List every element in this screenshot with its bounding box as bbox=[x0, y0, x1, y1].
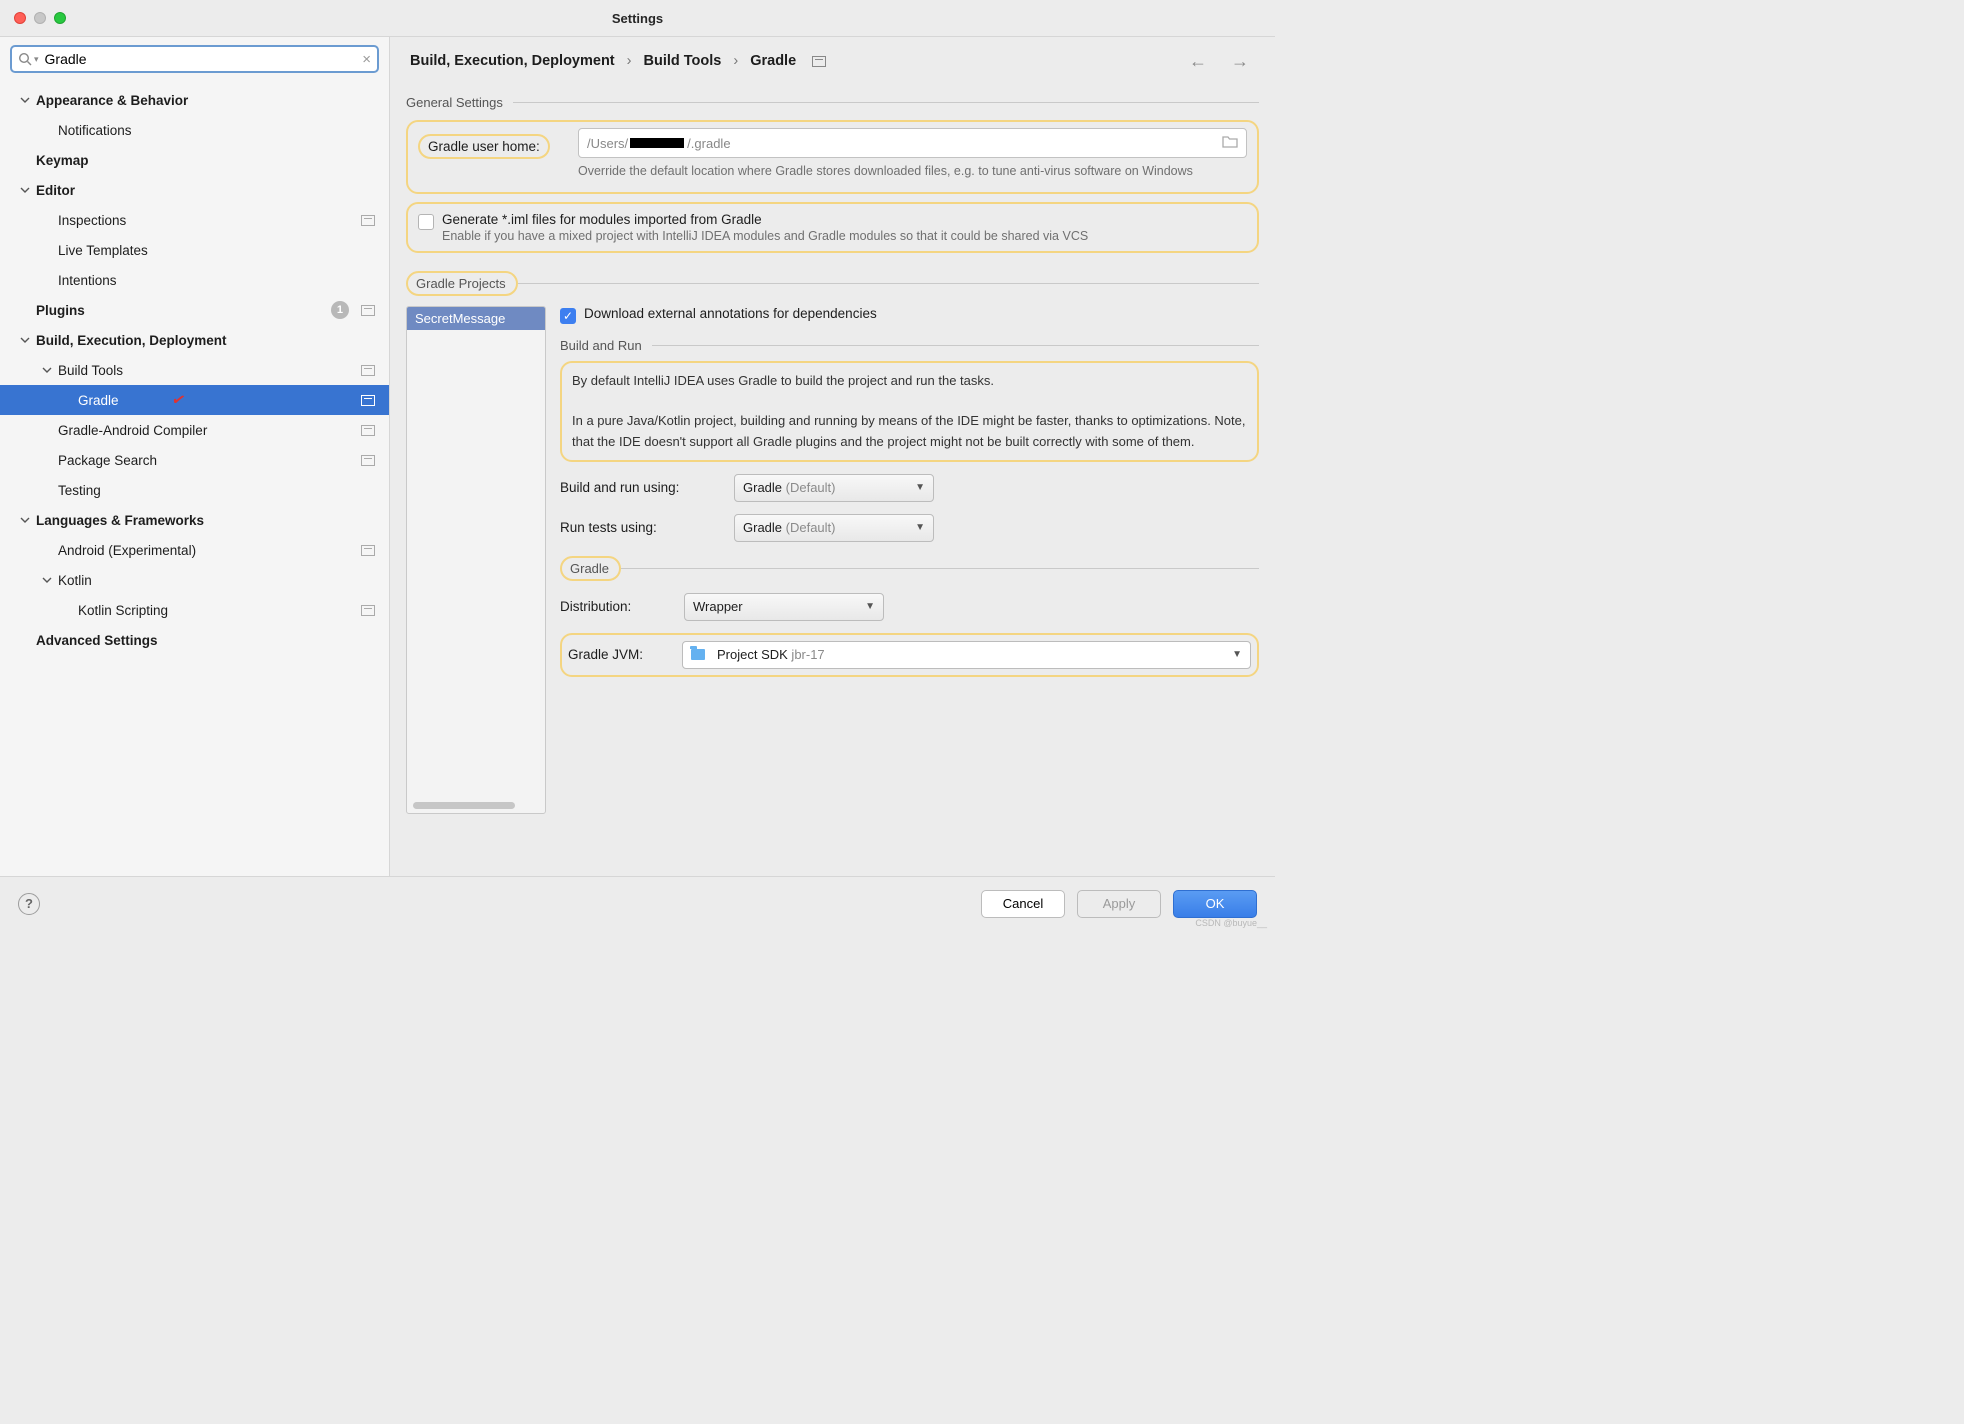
sdk-icon bbox=[691, 649, 705, 660]
tree-gradle-android[interactable]: Gradle-Android Compiler bbox=[0, 415, 389, 445]
tree-keymap[interactable]: Keymap bbox=[0, 145, 389, 175]
nav-back-icon[interactable]: ← bbox=[1183, 51, 1213, 72]
breadcrumb-item[interactable]: Build Tools bbox=[643, 53, 721, 69]
build-using-label: Build and run using: bbox=[560, 480, 720, 495]
gradle-sub-header: Gradle bbox=[560, 556, 1259, 581]
cancel-button[interactable]: Cancel bbox=[981, 890, 1065, 918]
generate-iml-checkbox[interactable] bbox=[418, 214, 434, 230]
titlebar: Settings bbox=[0, 0, 1275, 36]
tree-languages[interactable]: Languages & Frameworks bbox=[0, 505, 389, 535]
plugins-badge: 1 bbox=[331, 301, 349, 319]
tree-kotlin-scripting[interactable]: Kotlin Scripting bbox=[0, 595, 389, 625]
tree-build-tools[interactable]: Build Tools bbox=[0, 355, 389, 385]
general-settings-header: General Settings bbox=[406, 95, 1259, 110]
search-text[interactable] bbox=[39, 51, 363, 67]
breadcrumb-item[interactable]: Build, Execution, Deployment bbox=[410, 53, 615, 69]
breadcrumb: Build, Execution, Deployment › Build Too… bbox=[390, 37, 1275, 85]
tree-advanced[interactable]: Advanced Settings bbox=[0, 625, 389, 655]
search-icon bbox=[18, 52, 32, 66]
tree-plugins[interactable]: Plugins1 bbox=[0, 295, 389, 325]
window-title: Settings bbox=[0, 11, 1275, 26]
tree-android[interactable]: Android (Experimental) bbox=[0, 535, 389, 565]
chevron-down-icon: ▼ bbox=[915, 522, 925, 533]
tree-kotlin[interactable]: Kotlin bbox=[0, 565, 389, 595]
help-button[interactable]: ? bbox=[18, 893, 40, 915]
gradle-projects-list[interactable]: SecretMessage bbox=[406, 306, 546, 814]
gradle-user-home-value: /Users//.gradle bbox=[587, 136, 1222, 151]
project-scope-icon bbox=[361, 365, 375, 376]
gradle-user-home-label: Gradle user home: bbox=[418, 134, 550, 159]
gradle-user-home-hint: Override the default location where Grad… bbox=[578, 162, 1247, 180]
project-scope-icon bbox=[361, 605, 375, 616]
project-scope-icon bbox=[361, 395, 375, 406]
gradle-projects-header: Gradle Projects bbox=[406, 271, 1259, 296]
tree-testing[interactable]: Testing bbox=[0, 475, 389, 505]
clear-icon[interactable]: × bbox=[362, 51, 371, 68]
generate-iml-label: Generate *.iml files for modules importe… bbox=[442, 212, 1088, 227]
download-annotations-label: Download external annotations for depend… bbox=[584, 306, 877, 321]
generate-iml-hint: Enable if you have a mixed project with … bbox=[442, 229, 1088, 243]
settings-window: Settings ▾ × Appearance & Behavior Notif… bbox=[0, 0, 1275, 930]
apply-button[interactable]: Apply bbox=[1077, 890, 1161, 918]
settings-tree: Appearance & Behavior Notifications Keym… bbox=[0, 81, 389, 876]
project-scope-icon bbox=[361, 425, 375, 436]
main-panel: Build, Execution, Deployment › Build Too… bbox=[390, 37, 1275, 876]
content: General Settings Gradle user home: /User… bbox=[390, 85, 1275, 876]
tree-notifications[interactable]: Notifications bbox=[0, 115, 389, 145]
download-annotations-checkbox[interactable]: ✓ bbox=[560, 308, 576, 324]
distribution-label: Distribution: bbox=[560, 599, 670, 614]
scrollbar[interactable] bbox=[413, 802, 515, 809]
chevron-down-icon: ▼ bbox=[865, 601, 875, 612]
gradle-jvm-label: Gradle JVM: bbox=[568, 647, 668, 662]
gradle-user-home-input[interactable]: /Users//.gradle bbox=[578, 128, 1247, 158]
project-scope-icon bbox=[361, 455, 375, 466]
chevron-right-icon: › bbox=[627, 53, 632, 69]
chevron-down-icon: ▼ bbox=[1232, 649, 1242, 660]
tree-build[interactable]: Build, Execution, Deployment bbox=[0, 325, 389, 355]
footer: ? Cancel Apply OK bbox=[0, 876, 1275, 930]
tree-package-search[interactable]: Package Search bbox=[0, 445, 389, 475]
tree-appearance[interactable]: Appearance & Behavior bbox=[0, 85, 389, 115]
project-item[interactable]: SecretMessage bbox=[407, 307, 545, 330]
distribution-dropdown[interactable]: Wrapper ▼ bbox=[684, 593, 884, 621]
project-scope-icon bbox=[361, 545, 375, 556]
watermark: CSDN @buyue__ bbox=[1195, 918, 1267, 928]
tests-using-label: Run tests using: bbox=[560, 520, 720, 535]
tree-gradle[interactable]: Gradle✓ bbox=[0, 385, 389, 415]
gradle-jvm-dropdown[interactable]: Project SDK jbr-17 ▼ bbox=[682, 641, 1251, 669]
ok-button[interactable]: OK bbox=[1173, 890, 1257, 918]
sidebar: ▾ × Appearance & Behavior Notifications … bbox=[0, 37, 390, 876]
tree-intentions[interactable]: Intentions bbox=[0, 265, 389, 295]
chevron-right-icon: › bbox=[733, 53, 738, 69]
tree-editor[interactable]: Editor bbox=[0, 175, 389, 205]
redacted-text bbox=[630, 138, 684, 148]
tests-using-dropdown[interactable]: Gradle (Default) ▼ bbox=[734, 514, 934, 542]
nav-forward-icon[interactable]: → bbox=[1225, 51, 1255, 72]
browse-folder-icon[interactable] bbox=[1222, 135, 1238, 151]
tree-live-templates[interactable]: Live Templates bbox=[0, 235, 389, 265]
build-run-info: By default IntelliJ IDEA uses Gradle to … bbox=[572, 371, 1247, 452]
search-input[interactable]: ▾ × bbox=[10, 45, 379, 73]
chevron-down-icon: ▼ bbox=[915, 482, 925, 493]
tree-inspections[interactable]: Inspections bbox=[0, 205, 389, 235]
body: ▾ × Appearance & Behavior Notifications … bbox=[0, 36, 1275, 876]
project-scope-icon bbox=[812, 56, 826, 67]
project-scope-icon bbox=[361, 305, 375, 316]
build-run-header: Build and Run bbox=[560, 338, 1259, 353]
breadcrumb-item[interactable]: Gradle bbox=[750, 53, 796, 69]
project-scope-icon bbox=[361, 215, 375, 226]
build-using-dropdown[interactable]: Gradle (Default) ▼ bbox=[734, 474, 934, 502]
